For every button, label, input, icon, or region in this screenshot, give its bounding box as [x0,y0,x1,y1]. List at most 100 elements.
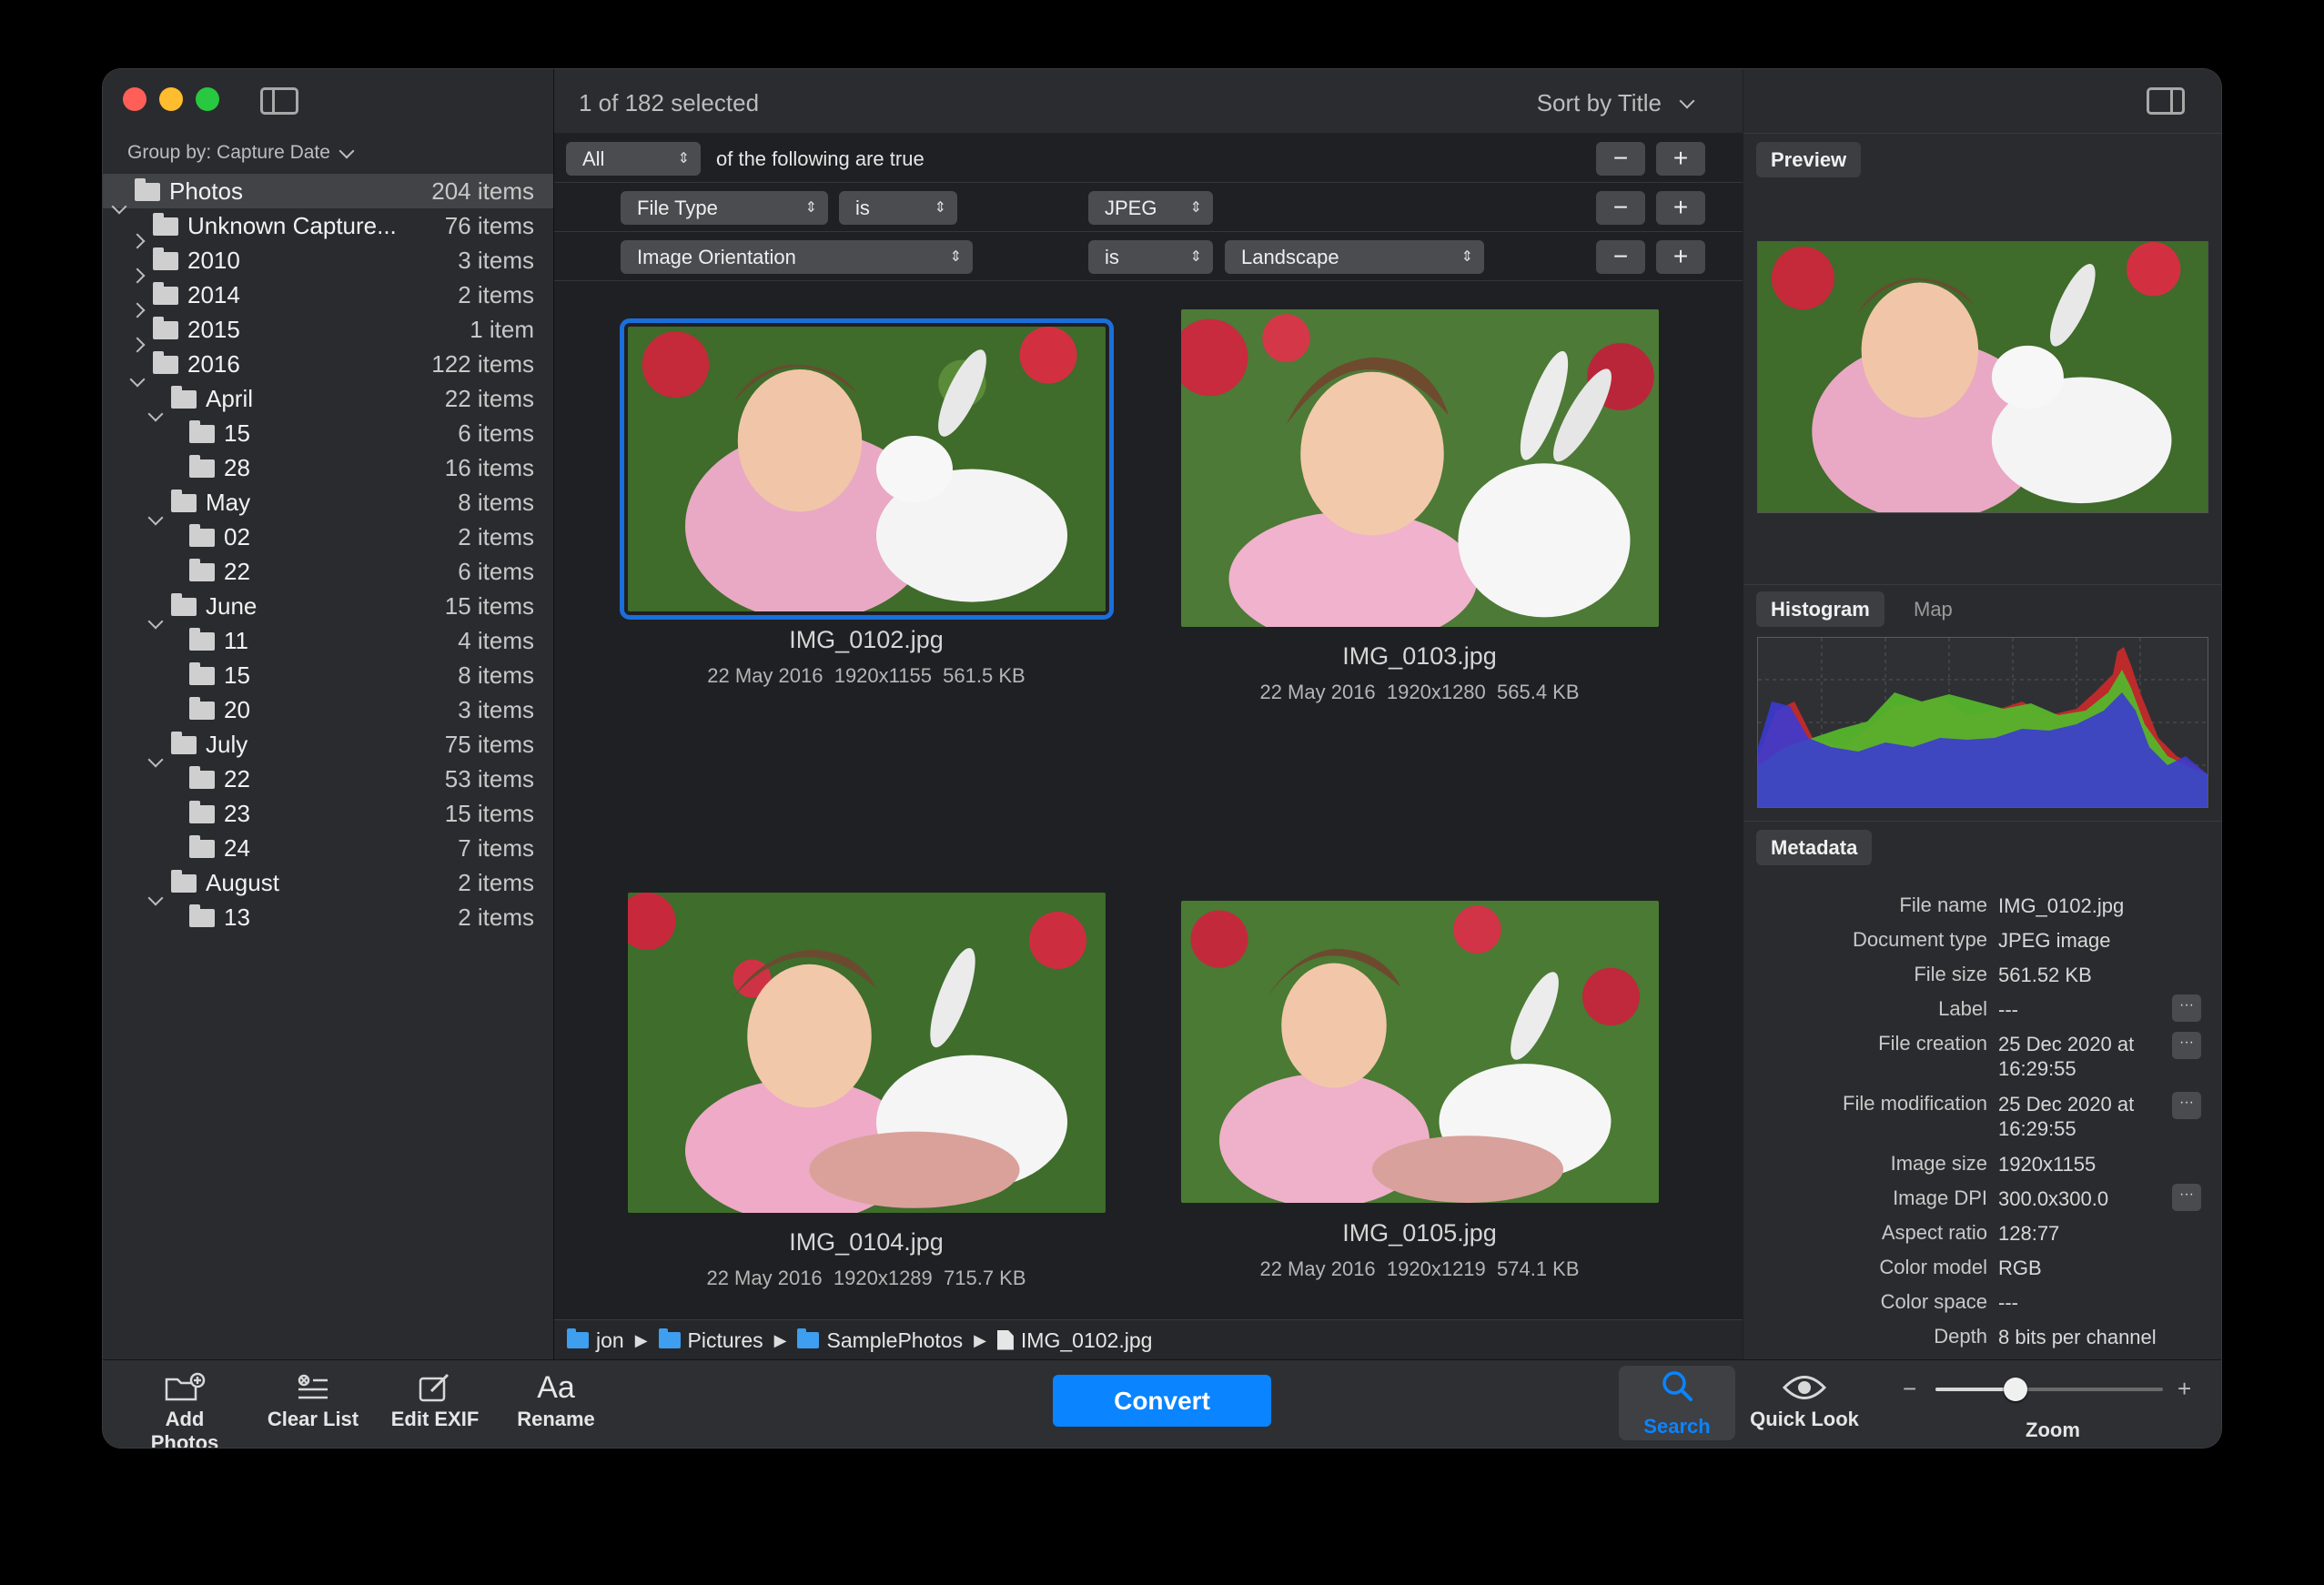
zoom-minus[interactable]: − [1903,1375,1916,1403]
sidebar-item[interactable]: 2015 1 item [103,312,553,353]
rule-value-popup[interactable]: JPEG ⇕ [1088,191,1213,225]
tab-preview[interactable]: Preview [1756,142,1862,177]
quick-look-button[interactable]: Quick Look [1745,1368,1864,1431]
inspector-toggle-icon[interactable] [2147,87,2185,115]
sidebar-item-count: 75 items [444,731,534,758]
sidebar-item[interactable]: 13 2 items [103,900,553,934]
remove-rule-button[interactable]: − [1596,191,1645,225]
photo-name: IMG_0103.jpg [1342,642,1497,670]
photo-name: IMG_0104.jpg [789,1228,944,1256]
folder-icon [189,835,215,858]
filter-rule-row: Image Orientation ⇕ is ⇕ Landscape ⇕ − + [554,231,1743,281]
tab-metadata[interactable]: Metadata [1756,830,1873,865]
folder-icon [658,1328,681,1348]
path-item[interactable]: SamplePhotos [826,1320,963,1360]
sidebar-item-count: 22 items [444,385,534,412]
sidebar-item[interactable]: 22 6 items [103,554,553,589]
group-by-popup[interactable]: Group by: Capture Date [127,142,355,164]
tab-histogram[interactable]: Histogram [1756,591,1884,627]
sidebar-item[interactable]: May 8 items [103,485,553,526]
rule-field-popup[interactable]: File Type ⇕ [621,191,828,225]
metadata-key: Document type [1853,928,1987,951]
convert-button[interactable]: Convert [1053,1375,1271,1427]
histogram [1757,637,2208,808]
rename-icon: Aa [537,1369,575,1405]
eye-icon [1745,1368,1864,1408]
metadata-key: Label [1938,997,1987,1020]
photo-thumbnail[interactable] [628,893,1106,1213]
sidebar-item[interactable]: 02 2 items [103,520,553,554]
folder-icon [189,559,215,581]
sidebar-item[interactable]: July 75 items [103,727,553,768]
more-button[interactable]: ··· [2172,994,2201,1022]
photo-name: IMG_0105.jpg [1342,1219,1497,1247]
sidebar-item[interactable]: 15 6 items [103,416,553,450]
sidebar-item[interactable]: Photos 204 items [103,174,553,215]
rule-op-popup[interactable]: is ⇕ [1088,240,1213,274]
match-value: All [582,147,605,170]
photo-thumbnail[interactable] [1181,901,1659,1203]
rule-op-popup[interactable]: is ⇕ [839,191,957,225]
sidebar-item[interactable]: 20 3 items [103,692,553,727]
photo-thumbnail[interactable] [1181,309,1659,627]
match-popup[interactable]: All ⇕ [566,142,701,176]
path-item[interactable]: jon [596,1320,624,1360]
sidebar-item[interactable]: April 22 items [103,381,553,422]
sidebar-item[interactable]: 28 16 items [103,450,553,485]
sidebar-item[interactable]: 24 7 items [103,831,553,865]
tab-map[interactable]: Map [1914,591,1953,627]
folder-icon [171,732,197,754]
rule-field: Image Orientation [637,246,796,268]
photo-meta: 22 May 2016 1920x1289 715.7 KB [706,1267,1026,1289]
path-item[interactable]: IMG_0102.jpg [1021,1320,1152,1360]
add-rule-button[interactable]: + [1656,240,1705,274]
path-item[interactable]: Pictures [688,1320,763,1360]
sidebar-item[interactable]: 15 8 items [103,658,553,692]
more-button[interactable]: ··· [2172,1184,2201,1211]
sidebar-item[interactable]: 23 15 items [103,796,553,831]
rule-field-popup[interactable]: Image Orientation ⇕ [621,240,973,274]
metadata-value: 561.52 KB [1998,964,2092,986]
close-button[interactable] [123,87,147,111]
sort-popup[interactable]: Sort by Title [1537,89,1695,117]
sidebar-item[interactable]: 2016 122 items [103,347,553,388]
sidebar-item[interactable]: 2014 2 items [103,278,553,318]
sidebar-item[interactable]: June 15 items [103,589,553,630]
sidebar-item-count: 2 items [458,904,534,931]
sidebar: Group by: Capture Date Photos 204 items Un… [103,69,554,1359]
zoom-slider[interactable] [1935,1378,2163,1401]
sidebar-item[interactable]: 22 53 items [103,762,553,796]
sidebar-item-label: 22 [224,558,250,585]
group-by-label: Group by: Capture Date [127,142,330,163]
sidebar-toggle-icon[interactable] [260,87,298,115]
remove-rule-button[interactable]: − [1596,240,1645,274]
zoom-button[interactable] [196,87,219,111]
sidebar-item-count: 76 items [444,212,534,239]
sidebar-item[interactable]: 11 4 items [103,623,553,658]
filter-rule-row: File Type ⇕ is ⇕ JPEG ⇕ − + [554,182,1743,232]
folder-icon [153,317,178,339]
sidebar-item[interactable]: Unknown Capture... 76 items [103,208,553,249]
remove-rule-button[interactable]: − [1596,142,1645,176]
edit-exif-button[interactable]: Edit EXIF [385,1368,485,1431]
photo-thumbnail[interactable] [620,318,1114,620]
zoom-plus[interactable]: + [2177,1375,2191,1403]
add-folder-icon [130,1368,239,1408]
zoom-slider-knob[interactable] [2003,1378,2027,1401]
metadata-value: 8 bits per channel [1998,1326,2157,1348]
add-photos-button[interactable]: Add Photos [130,1368,239,1448]
search-button[interactable]: Search [1619,1366,1735,1440]
minimize-button[interactable] [159,87,183,111]
more-button[interactable]: ··· [2172,1092,2201,1119]
rename-button[interactable]: Aa Rename [506,1368,606,1431]
sidebar-item-label: 2010 [187,247,240,274]
more-button[interactable]: ··· [2172,1032,2201,1059]
add-rule-button[interactable]: + [1656,191,1705,225]
clear-list-button[interactable]: Clear List [263,1368,363,1431]
sidebar-item[interactable]: 2010 3 items [103,243,553,284]
sidebar-item-count: 16 items [444,454,534,481]
folder-icon [189,662,215,685]
add-rule-button[interactable]: + [1656,142,1705,176]
rule-value-popup[interactable]: Landscape ⇕ [1225,240,1484,274]
sidebar-item[interactable]: August 2 items [103,865,553,906]
